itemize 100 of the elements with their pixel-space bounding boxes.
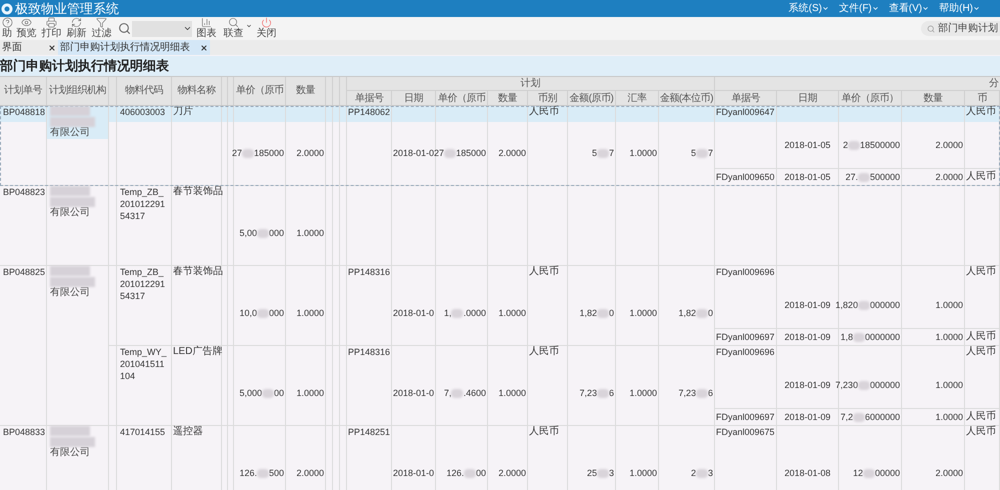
table-row[interactable]: BP048833 有限公司 417014155 遥控器 126. 500 2.0000 PP148251 2018-01-0 126. 00 2.0000 人民币 25 3 1.0000 2 3 FDyanl009675 2018-01-08 12 00000 2.0000 人民币: [0, 426, 1000, 490]
currency-value: 人民币: [529, 426, 559, 438]
toolbar-button[interactable]: 助: [0, 17, 14, 40]
price-value: 1,820 000000: [835, 298, 900, 310]
caret-icon: [922, 5, 930, 12]
row-highlight: [488, 106, 527, 122]
menu-item[interactable]: 查看(V): [888, 1, 930, 16]
rate-value: 1.0000: [629, 307, 657, 319]
material-name: LED广告牌: [173, 346, 222, 358]
menu-item[interactable]: 系统(S): [788, 1, 829, 16]
amount-value: 5 7: [690, 147, 713, 159]
quantity-value: 2.0000: [935, 138, 963, 150]
column-header: 单价（原币: [438, 92, 486, 106]
plan-number: BP048833: [3, 426, 46, 438]
amount-value: 7,23 6: [678, 387, 713, 399]
material-name: 春节装饰品: [173, 186, 223, 198]
currency-value: 人民币: [966, 330, 996, 342]
document-number: FDyanl009696: [716, 266, 775, 278]
close-icon[interactable]: [48, 44, 56, 52]
column-header: 物料代码: [125, 84, 163, 98]
amount-value: 7,23 6: [579, 387, 614, 399]
price-value: 2 18500000: [842, 138, 900, 150]
amount-value: 1,82 0: [579, 307, 614, 319]
rate-value: 1.0000: [629, 387, 657, 399]
material-code: Temp_WY_201041511104: [120, 346, 168, 382]
tab[interactable]: 部门申购计划执行情况明细表: [58, 40, 210, 55]
row-highlight: [616, 106, 658, 122]
currency-value: 人民币: [529, 346, 559, 358]
column-header: 单价（原币）: [842, 92, 898, 106]
close-icon[interactable]: [200, 44, 208, 52]
organization-name: 有限公司: [50, 186, 95, 218]
currency-value: 人民币: [966, 426, 996, 438]
toolbar-button[interactable]: 打印: [39, 17, 64, 40]
currency-value: 人民币: [966, 410, 996, 422]
caret-icon: [872, 5, 879, 12]
toolbar-button[interactable]: 预览: [14, 17, 39, 40]
search-icon: [118, 22, 131, 35]
bar-chart-icon: [201, 17, 212, 28]
filter-icon: [96, 17, 107, 28]
toolbar-button[interactable]: 过滤: [89, 17, 114, 40]
quantity-value: 2.0000: [498, 467, 526, 479]
column-group-header: 计划: [520, 76, 540, 90]
material-name: 遥控器: [173, 426, 203, 438]
material-name: 刀片: [173, 106, 193, 118]
table-row[interactable]: [0, 266, 1000, 426]
column-header: 单据号: [731, 92, 760, 106]
column-header: 数量: [924, 92, 942, 106]
column-header: 计划单号: [4, 84, 42, 98]
date-value: 2018-01-09: [784, 330, 831, 342]
price-value: 7, .4600: [444, 387, 486, 399]
column-header: 计划组织机构: [49, 84, 106, 98]
column-header: 日期: [798, 92, 817, 106]
quantity-value: 1.0000: [498, 307, 526, 319]
menu-item[interactable]: 帮助(H): [939, 1, 980, 16]
quantity-value: 1.0000: [296, 387, 324, 399]
printer-icon: [46, 17, 57, 28]
quantity-value: 1.0000: [498, 387, 526, 399]
material-code: Temp_ZB_20101229154317: [120, 186, 166, 222]
document-number: FDyanl009675: [716, 426, 775, 438]
toolbar-button[interactable]: 联查: [221, 17, 246, 40]
price-value: 126. 00: [446, 467, 486, 479]
price-value: 7,2 6000000: [840, 410, 900, 422]
quantity-value: 1.0000: [296, 307, 324, 319]
table-row[interactable]: BP048823 有限公司 Temp_ZB_20101229154317 春节装饰品 5,00 000 1.0000: [0, 186, 1000, 266]
global-search-field[interactable]: 部门申购计划: [921, 21, 1000, 36]
eye-icon: [21, 17, 32, 28]
date-value: 2018-01-09: [784, 410, 831, 422]
plan-number: BP048825: [3, 266, 46, 278]
caret-icon: [973, 5, 980, 12]
amount-value: 1,82 0: [678, 307, 713, 319]
power-icon: [261, 17, 272, 28]
row-highlight: [659, 106, 714, 122]
menu-item[interactable]: 文件(F): [838, 1, 879, 16]
currency-value: 人民币: [966, 170, 996, 182]
toolbar-button[interactable]: 刷新: [64, 17, 89, 40]
date-value: 2018-01-05: [784, 170, 831, 182]
quantity-value: 2.0000: [935, 467, 963, 479]
organization-name: 有限公司: [50, 426, 95, 458]
toolbar-button[interactable]: 图表: [194, 17, 219, 40]
price-value: 10,0 000: [239, 307, 284, 319]
help-icon: [2, 17, 12, 28]
price-value: 126. 500: [239, 467, 284, 479]
date-value: 2018-01-0: [393, 147, 434, 159]
price-value: 27 185000: [434, 147, 486, 159]
price-value: 5,000 00: [239, 387, 284, 399]
column-header: 币别: [538, 92, 557, 106]
column-header: 物料名称: [178, 84, 216, 98]
quantity-value: 2.0000: [296, 467, 324, 479]
quantity-value: 2.0000: [935, 170, 963, 182]
report-title: 部门申购计划执行情况明细表: [0, 57, 169, 75]
material-name: 春节装饰品: [173, 266, 223, 278]
row-highlight: [777, 106, 838, 122]
caret-icon[interactable]: [246, 23, 252, 29]
document-number: FDyanl009697: [716, 410, 775, 422]
toolbar-button[interactable]: 关闭: [254, 17, 279, 40]
column-header: 币: [977, 92, 987, 106]
date-value: 2018-01-09: [784, 298, 831, 310]
search-icon: [228, 17, 239, 28]
quantity-value: 1.0000: [296, 227, 324, 239]
quantity-value: 2.0000: [498, 147, 526, 159]
